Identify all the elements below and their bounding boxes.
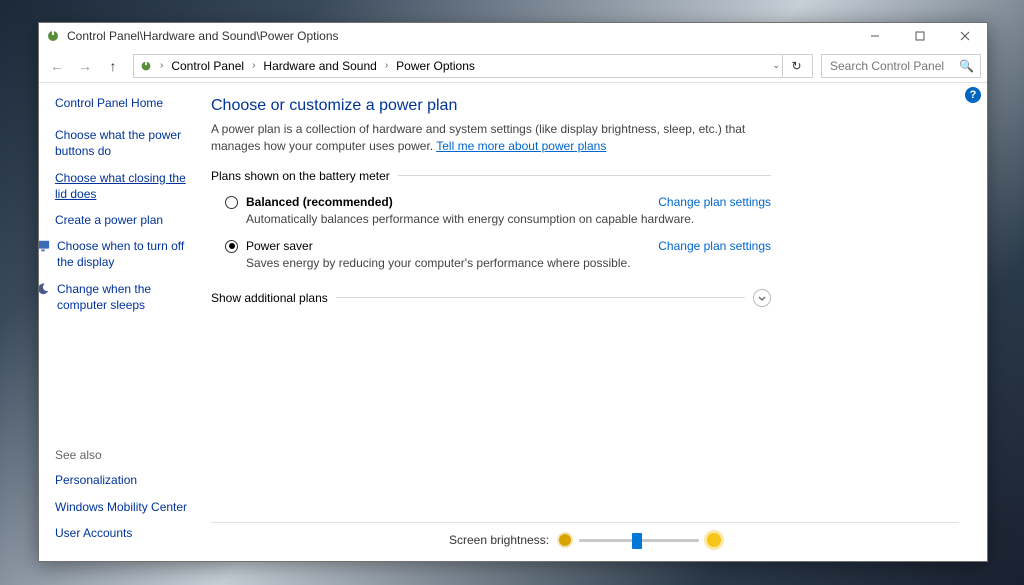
nav-up-button[interactable]: ↑ — [101, 54, 125, 78]
breadcrumb-item[interactable]: Hardware and Sound — [261, 59, 378, 73]
additional-plans-label: Show additional plans — [211, 291, 328, 305]
plan-power-saver-desc: Saves energy by reducing your computer's… — [246, 255, 771, 271]
plan-power-saver-name[interactable]: Power saver — [246, 239, 313, 253]
sidebar-link-create-plan[interactable]: Create a power plan — [55, 212, 201, 228]
breadcrumb-item[interactable]: Power Options — [394, 59, 477, 73]
sidebar: Control Panel Home Choose what the power… — [39, 83, 211, 561]
maximize-button[interactable] — [897, 23, 942, 49]
moon-icon — [39, 281, 51, 297]
brightness-bar: Screen brightness: — [211, 522, 959, 553]
sidebar-link-turn-off-display[interactable]: Choose when to turn off the display — [57, 238, 201, 270]
plan-balanced-radio[interactable] — [225, 196, 238, 209]
plan-power-saver-radio[interactable] — [225, 240, 238, 253]
tell-me-more-link[interactable]: Tell me more about power plans — [436, 139, 606, 153]
brightness-low-icon — [559, 534, 571, 546]
plans-section-header: Plans shown on the battery meter — [211, 169, 771, 185]
plan-balanced: Balanced (recommended) Change plan setti… — [211, 193, 771, 237]
refresh-button[interactable]: ↻ — [782, 55, 804, 77]
see-also-user-accounts[interactable]: User Accounts — [55, 525, 201, 541]
plan-balanced-name[interactable]: Balanced (recommended) — [246, 195, 393, 209]
window-controls — [852, 23, 987, 49]
sidebar-link-closing-lid[interactable]: Choose what closing the lid does — [55, 170, 201, 202]
chevron-right-icon: › — [381, 60, 392, 71]
monitor-icon — [39, 238, 51, 254]
window-title: Control Panel\Hardware and Sound\Power O… — [67, 29, 852, 43]
divider — [398, 175, 771, 176]
breadcrumb-dropdown-button[interactable]: ⌄ — [770, 60, 780, 71]
control-panel-window: Control Panel\Hardware and Sound\Power O… — [38, 22, 988, 562]
brightness-slider-wrap — [559, 533, 721, 547]
titlebar: Control Panel\Hardware and Sound\Power O… — [39, 23, 987, 49]
see-also-personalization[interactable]: Personalization — [55, 472, 201, 488]
additional-plans-header[interactable]: Show additional plans — [211, 289, 771, 309]
brightness-label: Screen brightness: — [449, 533, 549, 547]
brightness-high-icon — [707, 533, 721, 547]
body: ? Control Panel Home Choose what the pow… — [39, 83, 987, 561]
chevron-right-icon: › — [156, 60, 167, 71]
expand-button[interactable] — [753, 289, 771, 307]
plans-section-label: Plans shown on the battery meter — [211, 169, 390, 183]
see-also-header: See also — [55, 448, 201, 462]
breadcrumb[interactable]: › Control Panel › Hardware and Sound › P… — [133, 54, 813, 78]
close-button[interactable] — [942, 23, 987, 49]
sidebar-home-link[interactable]: Control Panel Home — [55, 95, 201, 111]
breadcrumb-item[interactable]: Control Panel — [169, 59, 246, 73]
navbar: ← → ↑ › Control Panel › Hardware and Sou… — [39, 49, 987, 83]
power-options-icon — [138, 58, 154, 74]
nav-forward-button[interactable]: → — [73, 54, 97, 78]
slider-thumb[interactable] — [632, 533, 642, 549]
sidebar-link-computer-sleeps[interactable]: Change when the computer sleeps — [57, 281, 201, 313]
content: Choose or customize a power plan A power… — [211, 83, 987, 561]
search-icon: 🔍 — [959, 59, 974, 73]
plan-balanced-change-link[interactable]: Change plan settings — [658, 195, 771, 209]
page-description: A power plan is a collection of hardware… — [211, 121, 771, 155]
chevron-right-icon: › — [248, 60, 259, 71]
see-also-mobility-center[interactable]: Windows Mobility Center — [55, 499, 201, 515]
page-title: Choose or customize a power plan — [211, 97, 771, 115]
nav-back-button[interactable]: ← — [45, 54, 69, 78]
sidebar-link-power-buttons[interactable]: Choose what the power buttons do — [55, 127, 201, 159]
help-icon[interactable]: ? — [965, 87, 981, 103]
plan-power-saver-change-link[interactable]: Change plan settings — [658, 239, 771, 253]
search-input[interactable] — [828, 58, 948, 74]
plan-power-saver: Power saver Change plan settings Saves e… — [211, 237, 771, 281]
plan-balanced-desc: Automatically balances performance with … — [246, 211, 771, 227]
minimize-button[interactable] — [852, 23, 897, 49]
divider — [336, 297, 745, 298]
search-box[interactable]: 🔍 — [821, 54, 981, 78]
brightness-slider[interactable] — [579, 533, 699, 547]
power-options-icon — [45, 28, 61, 44]
